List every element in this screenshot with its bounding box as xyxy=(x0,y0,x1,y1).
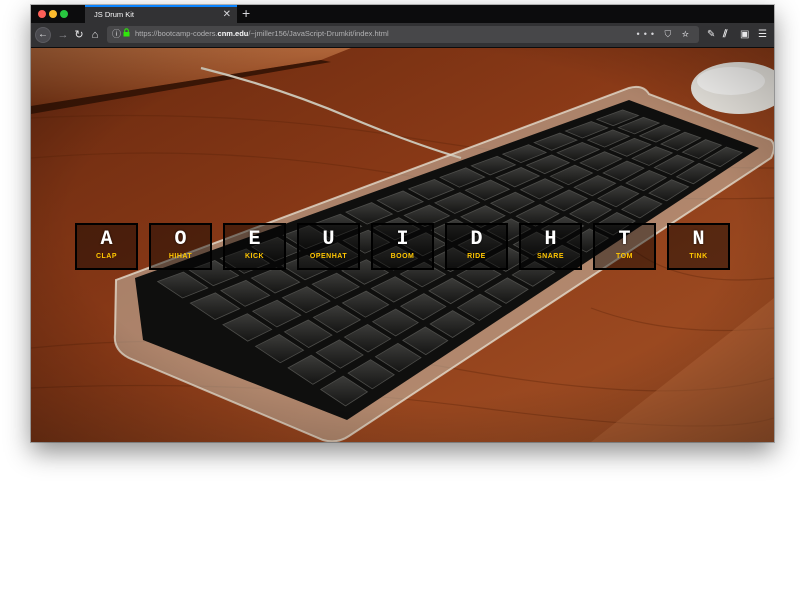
page-viewport: A CLAP O HIHAT E KICK U OPENHAT I BOOM D… xyxy=(31,48,774,442)
star-icon[interactable]: ☆ xyxy=(682,29,693,39)
url-actions: ••• ⛉ ☆ xyxy=(637,27,693,41)
drum-key-h-snare[interactable]: H SNARE xyxy=(519,223,582,270)
close-icon[interactable]: ✕ xyxy=(223,8,231,22)
forward-arrow-icon[interactable]: → xyxy=(55,27,71,43)
minimize-window-button[interactable] xyxy=(49,10,57,18)
wrench-icon[interactable]: ✎ xyxy=(707,28,715,42)
key-sound-label: OPENHAT xyxy=(309,253,348,260)
key-sound-label: RIDE xyxy=(467,253,486,260)
close-window-button[interactable] xyxy=(38,10,46,18)
sidebar-icon[interactable]: ▣ xyxy=(740,28,749,42)
pocket-icon[interactable]: ⛉ xyxy=(665,29,676,39)
tab-js-drum-kit[interactable]: JS Drum Kit ✕ xyxy=(85,5,237,23)
key-sound-label: BOOM xyxy=(390,253,415,260)
key-sound-label: HIHAT xyxy=(168,253,193,260)
key-letter: N xyxy=(692,228,705,251)
key-letter: I xyxy=(396,228,409,251)
key-letter: A xyxy=(100,228,113,251)
drum-key-d-ride[interactable]: D RIDE xyxy=(445,223,508,270)
url-bar[interactable]: ⓘ https://bootcamp-coders.cnm.edu/~jmill… xyxy=(107,26,699,43)
drum-keys: A CLAP O HIHAT E KICK U OPENHAT I BOOM D… xyxy=(31,48,774,442)
drum-key-i-boom[interactable]: I BOOM xyxy=(371,223,434,270)
key-sound-label: KICK xyxy=(244,253,265,260)
key-sound-label: TINK xyxy=(689,253,708,260)
navigation-toolbar: ← → ↻ ⌂ ⓘ https://bootcamp-coders.cnm.ed… xyxy=(31,23,774,48)
key-sound-label: TOM xyxy=(616,253,633,260)
info-icon[interactable]: ⓘ xyxy=(112,28,121,41)
hamburger-menu-icon[interactable]: ☰ xyxy=(758,28,767,42)
key-letter: U xyxy=(322,228,335,251)
lock-icon[interactable] xyxy=(123,28,130,41)
new-tab-plus-icon[interactable]: + xyxy=(242,5,250,22)
key-letter: T xyxy=(618,228,631,251)
reload-icon[interactable]: ↻ xyxy=(71,27,87,43)
url-prefix: https://bootcamp-coders. xyxy=(135,29,218,38)
url-text[interactable]: https://bootcamp-coders.cnm.edu/~jmiller… xyxy=(135,29,389,38)
drum-key-u-openhat[interactable]: U OPENHAT xyxy=(297,223,360,270)
home-icon[interactable]: ⌂ xyxy=(87,27,103,43)
tab-strip: JS Drum Kit ✕ + xyxy=(31,5,774,23)
maximize-window-button[interactable] xyxy=(60,10,68,18)
drum-key-a-clap[interactable]: A CLAP xyxy=(75,223,138,270)
drum-key-t-tom[interactable]: T TOM xyxy=(593,223,656,270)
key-letter: D xyxy=(470,228,483,251)
back-arrow-icon[interactable]: ← xyxy=(35,27,51,43)
key-letter: H xyxy=(544,228,557,251)
more-icon[interactable]: ••• xyxy=(637,29,658,39)
drum-key-n-tink[interactable]: N TINK xyxy=(667,223,730,270)
browser-window: JS Drum Kit ✕ + ← → ↻ ⌂ ⓘ https://bootca… xyxy=(31,5,774,442)
drum-key-e-kick[interactable]: E KICK xyxy=(223,223,286,270)
key-sound-label: CLAP xyxy=(95,253,118,260)
library-icon[interactable]: ⫽ xyxy=(723,28,727,42)
url-path: /~jmiller156/JavaScript-Drumkit/index.ht… xyxy=(248,29,389,38)
key-letter: E xyxy=(248,228,261,251)
url-domain: cnm.edu xyxy=(217,29,249,38)
key-letter: O xyxy=(174,228,187,251)
drum-key-o-hihat[interactable]: O HIHAT xyxy=(149,223,212,270)
lock-svg xyxy=(123,28,130,37)
tab-title: JS Drum Kit xyxy=(94,10,135,19)
key-sound-label: SNARE xyxy=(536,253,564,260)
